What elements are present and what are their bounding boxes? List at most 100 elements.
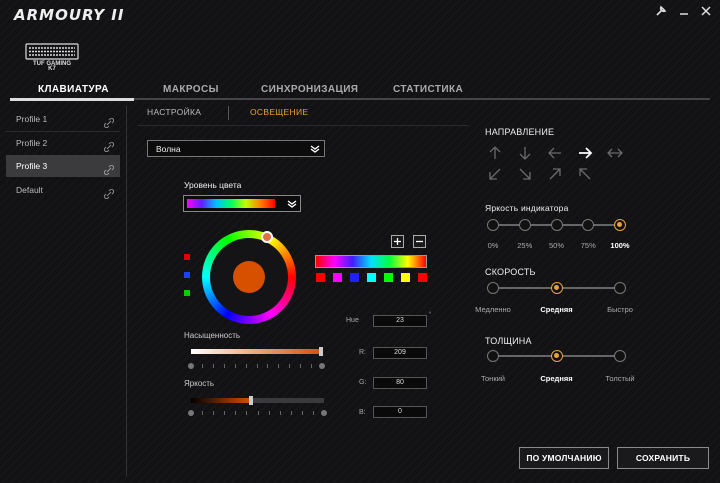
thickness-option-0[interactable]	[487, 350, 499, 362]
color-preview	[233, 261, 265, 293]
color-level-selector[interactable]	[183, 195, 301, 212]
brightness-slider-track[interactable]	[191, 398, 324, 403]
speed-label: Быстро	[607, 305, 633, 314]
link-icon[interactable]	[103, 161, 115, 176]
speed-option-0[interactable]	[487, 282, 499, 294]
up-arrow-icon[interactable]	[487, 145, 503, 161]
sidebar-item-label: Default	[16, 185, 43, 195]
sidebar-item-default[interactable]: Default	[6, 179, 120, 201]
indicator-brightness-option-0[interactable]	[487, 219, 499, 231]
slider-tick	[290, 411, 292, 415]
device-model: TUF GAMING K7	[24, 61, 80, 72]
wrench-icon[interactable]	[655, 5, 667, 17]
thickness-option-1[interactable]	[550, 350, 563, 362]
add-color-button[interactable]	[391, 235, 404, 248]
sidebar-item-profile-3[interactable]: Profile 3	[6, 155, 120, 177]
app-title: ARMOURY II	[14, 6, 125, 24]
link-icon[interactable]	[103, 185, 115, 200]
double-chevron-down-icon	[310, 144, 320, 154]
hue-label: Hue	[346, 317, 359, 324]
slider-tick	[311, 364, 313, 368]
brightness-slider-handle[interactable]	[248, 396, 253, 405]
b-field[interactable]: 0	[373, 406, 427, 418]
color-level-label: Уровень цвета	[184, 180, 242, 190]
tab-active-indicator	[10, 98, 134, 101]
close-icon[interactable]	[700, 5, 712, 17]
thickness-option-2[interactable]	[614, 350, 626, 362]
slider-tick	[223, 364, 225, 368]
indicator-brightness-option-2[interactable]	[550, 219, 563, 231]
link-icon[interactable]	[103, 114, 115, 129]
color-wheel-handle[interactable]	[261, 231, 273, 243]
indicator-brightness-option-4[interactable]	[614, 219, 626, 231]
subtab-underline	[138, 125, 468, 126]
saturation-slider-track[interactable]	[191, 349, 322, 354]
saturation-label: Насыщенность	[184, 331, 241, 340]
speed-label: Средняя	[540, 305, 573, 314]
saturation-slider-handle[interactable]	[319, 347, 323, 356]
speed-label: Медленно	[475, 305, 511, 314]
tab-macros[interactable]: МАКРОСЫ	[163, 84, 219, 95]
slider-tick	[212, 364, 214, 368]
keyboard-icon	[24, 42, 80, 62]
slider-tick	[213, 411, 215, 415]
color-swatch[interactable]	[401, 273, 410, 282]
slider-end-dot	[321, 410, 327, 416]
left-right-arrow-icon[interactable]	[607, 145, 623, 161]
slider-tick	[279, 411, 281, 415]
left-arrow-icon[interactable]	[547, 145, 563, 161]
minimize-icon[interactable]	[678, 5, 690, 17]
tab-keyboard[interactable]: КЛАВИАТУРА	[38, 84, 109, 95]
remove-color-button[interactable]	[413, 235, 426, 248]
subtab-lighting[interactable]: ОСВЕЩЕНИЕ	[250, 107, 308, 117]
brightness-label: Яркость	[184, 379, 215, 388]
slider-tick	[289, 364, 291, 368]
sidebar-item-label: Profile 2	[16, 138, 48, 148]
up-right-arrow-icon[interactable]	[547, 166, 563, 182]
speed-option-2[interactable]	[614, 282, 626, 294]
save-button[interactable]: СОХРАНИТЬ	[617, 447, 709, 469]
tab-statistics[interactable]: СТАТИСТИКА	[393, 84, 463, 95]
slider-tick	[246, 411, 248, 415]
b-label: B:	[359, 409, 366, 416]
down-arrow-icon[interactable]	[517, 145, 533, 161]
color-swatch[interactable]	[350, 273, 359, 282]
right-arrow-icon[interactable]	[577, 145, 593, 161]
hue-unit: °	[429, 312, 432, 318]
color-swatch[interactable]	[418, 273, 427, 282]
r-field[interactable]: 209	[373, 347, 427, 359]
color-wheel[interactable]	[202, 230, 296, 324]
indicator-brightness-option-3[interactable]	[582, 219, 595, 231]
sidebar-item-profile-2[interactable]: Profile 2	[6, 132, 120, 154]
link-icon[interactable]	[103, 138, 115, 153]
down-right-arrow-icon[interactable]	[517, 166, 533, 182]
r-label: R:	[359, 349, 366, 356]
color-swatch[interactable]	[384, 273, 393, 282]
gradient-bar[interactable]	[315, 255, 427, 268]
red-channel-indicator	[184, 254, 190, 260]
slider-end-dot	[188, 410, 194, 416]
slider-tick	[202, 411, 204, 415]
color-swatch[interactable]	[316, 273, 325, 282]
g-field[interactable]: 80	[373, 377, 427, 389]
slider-tick	[267, 364, 269, 368]
double-chevron-down-icon	[287, 199, 297, 209]
effect-dropdown[interactable]: Волна	[147, 140, 325, 157]
up-left-arrow-icon[interactable]	[577, 166, 593, 182]
speed-option-1[interactable]	[550, 282, 563, 294]
indicator-brightness-option-1[interactable]	[518, 219, 531, 231]
tab-sync[interactable]: СИНХРОНИЗАЦИЯ	[261, 84, 358, 95]
slider-tick	[201, 364, 203, 368]
hue-field[interactable]: 23	[373, 315, 427, 327]
default-button[interactable]: ПО УМОЛЧАНИЮ	[519, 447, 609, 469]
slider-tick	[301, 411, 303, 415]
thickness-label: Средняя	[540, 374, 573, 383]
slider-tick	[245, 364, 247, 368]
down-left-arrow-icon[interactable]	[487, 166, 503, 182]
sidebar-item-profile-1[interactable]: Profile 1	[6, 108, 120, 130]
color-swatch[interactable]	[333, 273, 342, 282]
indicator-brightness-title: Яркость индикатора	[485, 203, 569, 213]
slider-tick	[224, 411, 226, 415]
color-swatch[interactable]	[367, 273, 376, 282]
subtab-settings[interactable]: НАСТРОЙКА	[147, 107, 201, 117]
